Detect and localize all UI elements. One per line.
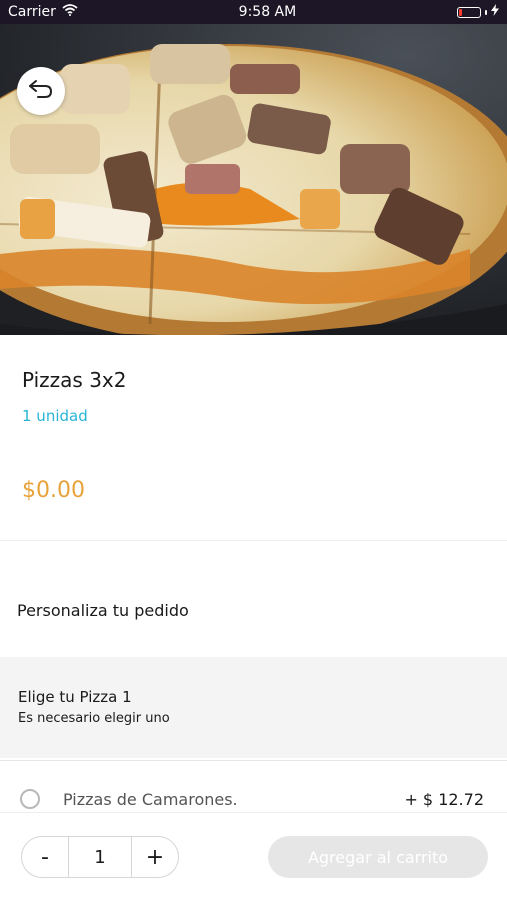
battery-tip (485, 9, 487, 15)
carrier-label: Carrier (8, 4, 56, 20)
quantity-value: 1 (68, 837, 132, 877)
product-name: Pizzas 3x2 (22, 368, 127, 392)
divider (0, 540, 507, 541)
option-price: + $ 12.72 (404, 790, 484, 809)
option-label: Pizzas de Camarones. (63, 790, 238, 809)
bottom-action-bar: - 1 + Agregar al carrito (0, 812, 507, 900)
add-to-cart-button[interactable]: Agregar al carrito (268, 836, 488, 878)
status-time: 9:58 AM (238, 4, 297, 20)
charging-bolt-icon (491, 4, 499, 20)
wifi-icon (62, 4, 78, 20)
option-group-title: Elige tu Pizza 1 (18, 688, 132, 706)
customize-title: Personaliza tu pedido (17, 601, 189, 620)
product-image (0, 24, 507, 335)
quantity-stepper: - 1 + (21, 836, 179, 878)
option-group-header: Elige tu Pizza 1 Es necesario elegir uno (0, 657, 507, 758)
option-row[interactable]: Pizzas de Camarones. + $ 12.72 (0, 760, 507, 812)
status-bar: Carrier 9:58 AM (0, 0, 507, 24)
option-radio[interactable] (20, 789, 40, 809)
product-unit: 1 unidad (22, 407, 88, 425)
status-left: Carrier (8, 4, 78, 20)
product-price: $0.00 (22, 478, 85, 503)
increase-quantity-button[interactable]: + (132, 837, 178, 877)
option-group-subtitle: Es necesario elegir uno (18, 711, 170, 726)
status-right (457, 4, 499, 20)
battery-icon (457, 6, 481, 18)
decrease-quantity-button[interactable]: - (22, 837, 68, 877)
back-button[interactable] (17, 67, 65, 115)
undo-arrow-icon (28, 79, 54, 103)
